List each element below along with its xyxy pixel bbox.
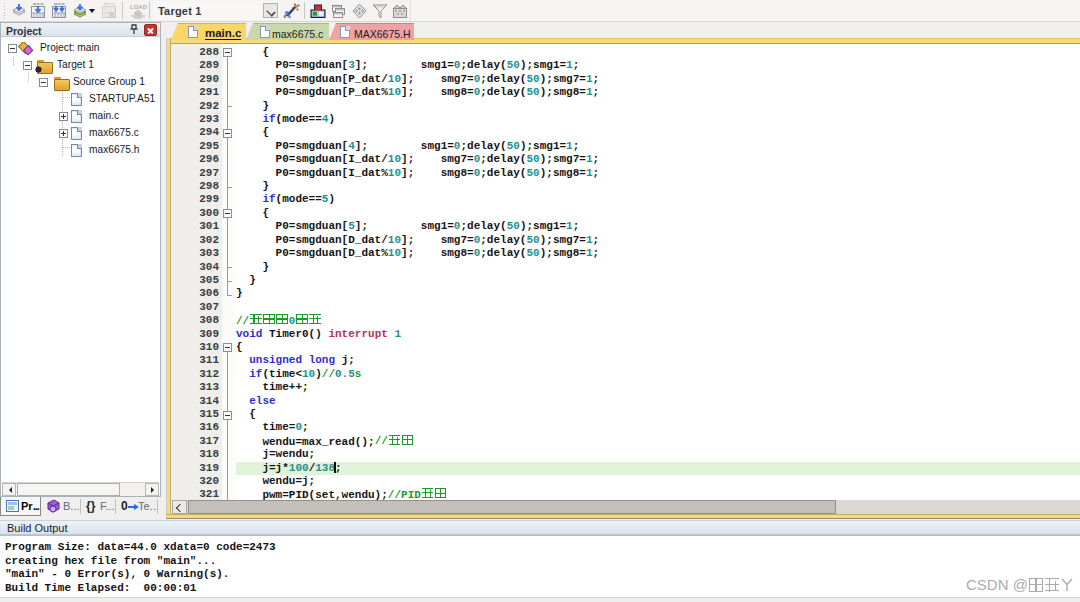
svg-text:LOAD: LOAD bbox=[130, 4, 147, 10]
